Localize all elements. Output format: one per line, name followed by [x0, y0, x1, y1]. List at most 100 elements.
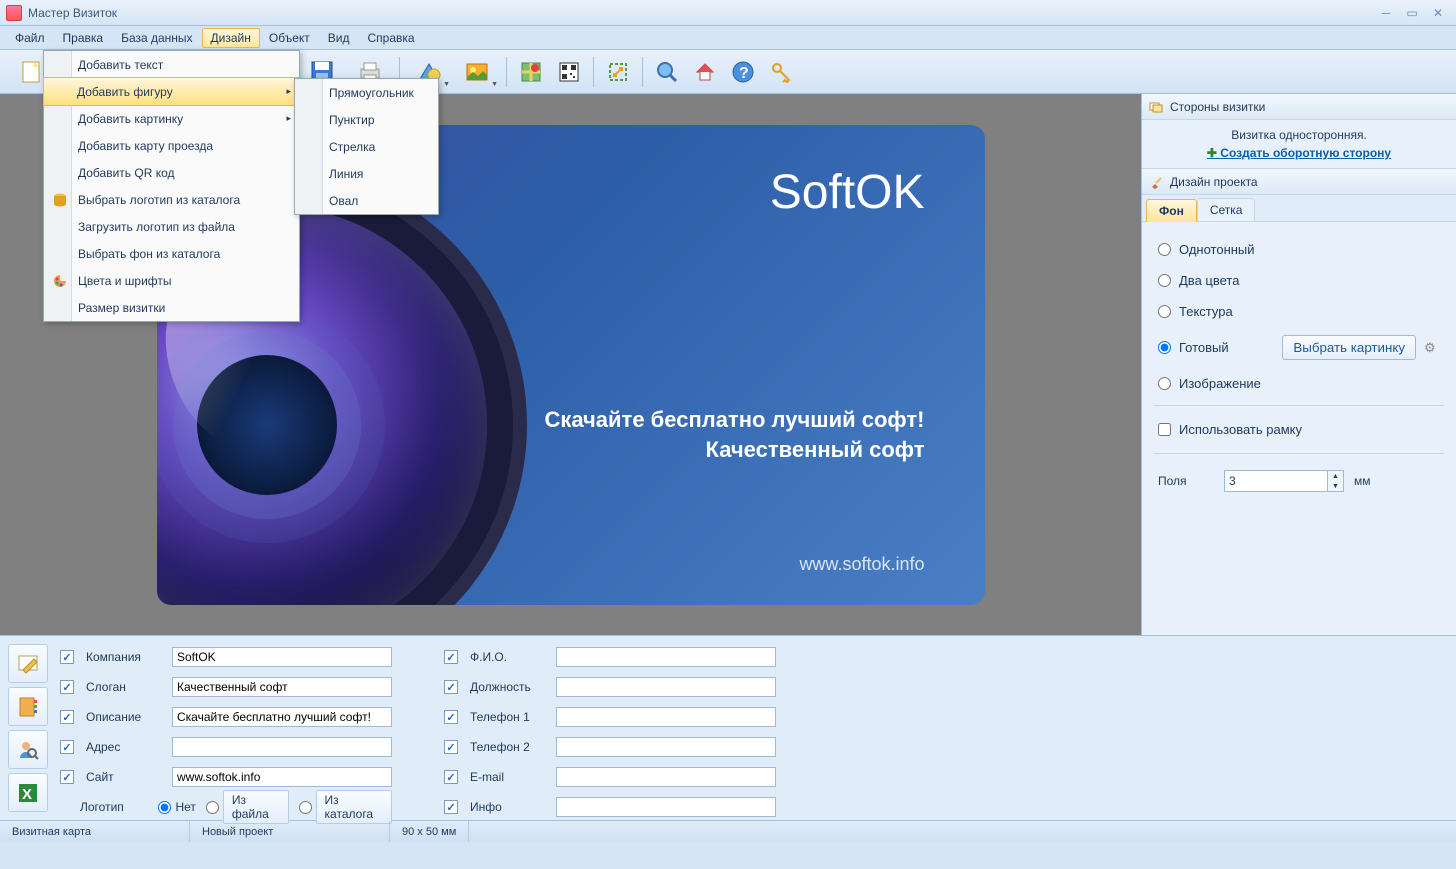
radio-logo-catalog[interactable]: Из каталога: [299, 790, 392, 824]
menu-colors-fonts[interactable]: Цвета и шрифты: [44, 267, 299, 294]
contacts-button[interactable]: [8, 687, 48, 726]
use-frame-checkbox[interactable]: Использовать рамку: [1154, 412, 1444, 447]
menu-pick-logo-catalog[interactable]: Выбрать логотип из каталога: [44, 186, 299, 213]
radio-two-colors[interactable]: Два цвета: [1154, 265, 1444, 296]
menu-view[interactable]: Вид: [319, 28, 359, 48]
radio-logo-file[interactable]: Из файла: [206, 790, 289, 824]
input-info[interactable]: [556, 797, 776, 817]
menu-card-size[interactable]: Размер визитки: [44, 294, 299, 321]
title-bar: Мастер Визиток ─ ▭ ✕: [0, 0, 1456, 26]
lbl-company: Компания: [86, 650, 166, 664]
input-fio[interactable]: [556, 647, 776, 667]
menu-pick-bg-catalog[interactable]: Выбрать фон из каталога: [44, 240, 299, 267]
keys-button[interactable]: [763, 54, 799, 90]
chk-slogan[interactable]: ✓: [60, 680, 74, 694]
submenu-rectangle[interactable]: Прямоугольник: [295, 79, 438, 106]
help-button[interactable]: ?: [725, 54, 761, 90]
chk-info[interactable]: ✓: [444, 800, 458, 814]
radio-image[interactable]: Изображение: [1154, 368, 1444, 399]
chk-fio[interactable]: ✓: [444, 650, 458, 664]
submenu-oval[interactable]: Овал: [295, 187, 438, 214]
close-button[interactable]: ✕: [1426, 5, 1450, 21]
menu-help[interactable]: Справка: [358, 28, 423, 48]
preview-button[interactable]: [649, 54, 685, 90]
input-phone1[interactable]: [556, 707, 776, 727]
chk-desc[interactable]: ✓: [60, 710, 74, 724]
image-button[interactable]: ▼: [454, 54, 500, 90]
lbl-info: Инфо: [470, 800, 550, 814]
menu-bar: Файл Правка База данных Дизайн Объект Ви…: [0, 26, 1456, 50]
card-description: Скачайте бесплатно лучший софт!: [544, 407, 924, 433]
gear-icon[interactable]: ⚙: [1424, 340, 1440, 356]
menu-add-image[interactable]: Добавить картинку▸: [44, 105, 299, 132]
tab-background[interactable]: Фон: [1146, 199, 1197, 222]
input-site[interactable]: [172, 767, 392, 787]
lbl-fio: Ф.И.О.: [470, 650, 550, 664]
qr-button[interactable]: [551, 54, 587, 90]
lbl-phone2: Телефон 2: [470, 740, 550, 754]
background-panel: Однотонный Два цвета Текстура Готовый Вы…: [1142, 222, 1456, 635]
input-position[interactable]: [556, 677, 776, 697]
home-button[interactable]: [687, 54, 723, 90]
chk-email[interactable]: ✓: [444, 770, 458, 784]
maximize-button[interactable]: ▭: [1400, 5, 1424, 21]
menu-load-logo-file[interactable]: Загрузить логотип из файла: [44, 213, 299, 240]
lbl-address: Адрес: [86, 740, 166, 754]
radio-solid[interactable]: Однотонный: [1154, 234, 1444, 265]
submenu-dashed[interactable]: Пунктир: [295, 106, 438, 133]
minimize-button[interactable]: ─: [1374, 5, 1398, 21]
radio-logo-none[interactable]: Нет: [158, 800, 195, 814]
status-size: 90 x 50 мм: [390, 821, 469, 842]
lbl-slogan: Слоган: [86, 680, 166, 694]
input-email[interactable]: [556, 767, 776, 787]
bottom-form: X ✓ Компания ✓ Ф.И.О. ✓ Слоган ✓ Должнос…: [0, 635, 1456, 820]
chk-company[interactable]: ✓: [60, 650, 74, 664]
menu-add-text[interactable]: Добавить текст: [44, 51, 299, 78]
canvas-area[interactable]: SoftOK Скачайте бесплатно лучший софт! К…: [0, 94, 1141, 635]
menu-file[interactable]: Файл: [6, 28, 54, 48]
app-title: Мастер Визиток: [28, 6, 1372, 20]
person-search-button[interactable]: [8, 730, 48, 769]
margins-spinner[interactable]: 3 ▲▼: [1224, 470, 1344, 492]
chk-position[interactable]: ✓: [444, 680, 458, 694]
submenu-arrow[interactable]: Стрелка: [295, 133, 438, 160]
menu-add-qr[interactable]: Добавить QR код: [44, 159, 299, 186]
menu-object[interactable]: Объект: [260, 28, 319, 48]
submenu-line[interactable]: Линия: [295, 160, 438, 187]
lbl-email: E-mail: [470, 770, 550, 784]
margins-row: Поля 3 ▲▼ мм: [1154, 460, 1444, 502]
input-slogan[interactable]: [172, 677, 392, 697]
radio-ready-row: Готовый Выбрать картинку ⚙: [1154, 327, 1444, 368]
resize-button[interactable]: [600, 54, 636, 90]
status-type: Визитная карта: [0, 821, 190, 842]
chk-phone1[interactable]: ✓: [444, 710, 458, 724]
menu-edit[interactable]: Правка: [54, 28, 113, 48]
svg-text:?: ?: [739, 65, 749, 82]
chk-phone2[interactable]: ✓: [444, 740, 458, 754]
radio-texture[interactable]: Текстура: [1154, 296, 1444, 327]
excel-button[interactable]: X: [8, 773, 48, 812]
edit-card-button[interactable]: [8, 644, 48, 683]
sides-header: Стороны визитки: [1142, 94, 1456, 120]
spin-down[interactable]: ▼: [1328, 481, 1343, 491]
tab-grid[interactable]: Сетка: [1197, 198, 1256, 221]
input-phone2[interactable]: [556, 737, 776, 757]
chk-address[interactable]: ✓: [60, 740, 74, 754]
card-brand: SoftOK: [770, 165, 925, 220]
map-button[interactable]: [513, 54, 549, 90]
input-company[interactable]: [172, 647, 392, 667]
lbl-site: Сайт: [86, 770, 166, 784]
chk-site[interactable]: ✓: [60, 770, 74, 784]
menu-design[interactable]: Дизайн: [202, 28, 260, 48]
input-address[interactable]: [172, 737, 392, 757]
app-icon: [6, 5, 22, 21]
spin-up[interactable]: ▲: [1328, 471, 1343, 481]
select-image-button[interactable]: Выбрать картинку: [1282, 335, 1416, 360]
menu-database[interactable]: База данных: [112, 28, 201, 48]
menu-add-map[interactable]: Добавить карту проезда: [44, 132, 299, 159]
card-slogan: Качественный софт: [706, 437, 925, 463]
input-desc[interactable]: [172, 707, 392, 727]
menu-add-shape[interactable]: Добавить фигуру▸: [43, 77, 300, 106]
radio-ready[interactable]: [1158, 341, 1171, 354]
create-back-link[interactable]: Создать оборотную сторону: [1207, 146, 1391, 160]
